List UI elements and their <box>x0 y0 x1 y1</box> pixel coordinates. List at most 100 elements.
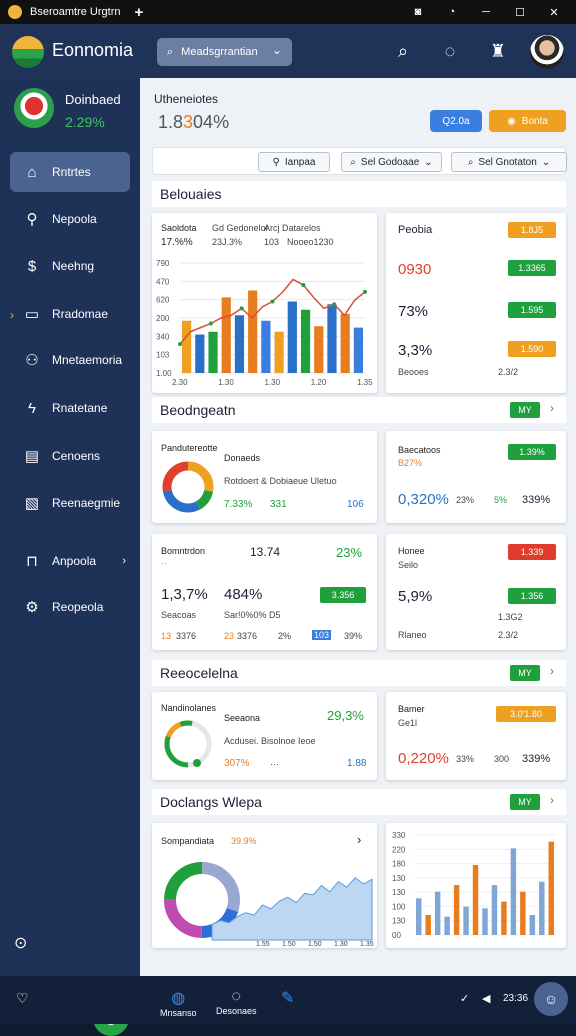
metric-value-3: 5% <box>494 495 508 505</box>
sidebar-item-label: Reenaegmie <box>52 496 121 510</box>
bar-mark <box>300 309 311 373</box>
sidebar-item-0[interactable]: ⌂ Rntrtes <box>10 152 130 192</box>
speaker-icon[interactable]: ◀ <box>482 992 490 1005</box>
card-title: Honee <box>398 546 425 556</box>
orange-button[interactable]: ◉ Bonta <box>489 110 566 132</box>
chevron-right-icon[interactable]: › <box>357 832 361 847</box>
card-footer-2: 2.3/2 <box>498 367 519 377</box>
metric-value-4: 339% <box>522 494 551 506</box>
chevron-right-icon[interactable]: › <box>550 401 554 415</box>
sidebar-item-6[interactable]: ▤ Cenoens <box>10 436 130 476</box>
gauge-card: Nandinolanes Seeaona 29,3% Acdusei. Biso… <box>152 692 377 780</box>
sync-icon[interactable]: ◔ <box>444 4 460 20</box>
notification-icon[interactable]: ♜ <box>485 38 511 64</box>
minimize-button[interactable]: ─ <box>478 4 494 20</box>
card-description: Acdusei. Bisolnoe Ieoe <box>224 736 316 746</box>
chevron-right-icon[interactable]: › <box>550 664 554 678</box>
sidebar-item-label: Anpoola <box>52 554 97 568</box>
sidebar-item-label: Mnetaemoria <box>52 353 123 367</box>
line-point <box>332 302 337 307</box>
sidebar-item-label: Reopeola <box>52 600 104 614</box>
filter-chip-2[interactable]: ⌕ Sel Gnotaton ⌄ <box>451 152 567 172</box>
footer-value-7: 39% <box>344 631 363 641</box>
card-label-2: Sar!0%0% D5 <box>224 610 281 620</box>
combo-chart-card: Saoldota Gd Gedonelor Arcj Datarelos 17.… <box>152 213 377 393</box>
see-all-button[interactable]: MY <box>510 402 540 418</box>
footer-value-4: 3376 <box>237 631 258 641</box>
search-label: Meadsgrrantian <box>181 46 258 58</box>
sidebar-item-label: Neehng <box>52 259 95 273</box>
tab-1[interactable]: ◌ Desonaes <box>216 988 257 1016</box>
chat-icon[interactable]: ◌ <box>437 38 463 64</box>
sidebar-item-1[interactable]: ⚲ Nepoola <box>10 199 130 239</box>
card-value-1: 13.74 <box>250 545 281 559</box>
chevron-right-icon[interactable]: › <box>550 793 554 807</box>
search-icon[interactable]: ⌕ <box>390 38 416 64</box>
sidebar-item-2[interactable]: $ Neehng <box>10 246 130 286</box>
new-tab-button[interactable]: + <box>134 4 143 21</box>
sidebar-item-5[interactable]: ϟ Rnatetane <box>10 388 130 428</box>
card-dots: ··· <box>270 759 279 769</box>
bar-mark <box>463 906 469 935</box>
bar-mark <box>444 916 450 935</box>
see-all-button[interactable]: MY <box>510 794 540 810</box>
heart-icon[interactable]: ♡ <box>16 990 29 1007</box>
sidebar-item-4[interactable]: ⚇ Mnetaemoria <box>10 340 130 380</box>
y-tick-label: 620 <box>156 296 170 305</box>
assistant-button[interactable]: ☺ <box>534 982 568 1016</box>
see-all-button[interactable]: MY <box>510 665 540 681</box>
section-header-3: Reeocelelna MY › <box>152 660 566 686</box>
blue-button[interactable]: Q2.0a <box>430 110 482 132</box>
tray-icon[interactable]: ◙ <box>410 4 426 20</box>
bar-mark <box>529 915 536 935</box>
badge-2: 1.356 <box>508 588 556 604</box>
card-title: Baecatoos <box>398 445 441 455</box>
card-value-2: 331 <box>270 499 287 510</box>
see-all-label: MY <box>518 668 532 678</box>
sidebar-item-label: Rradomae <box>52 307 109 321</box>
sidebar-item-9[interactable]: ⚙ Reopeola <box>10 587 130 627</box>
orange-button-label: Bonta <box>521 115 548 127</box>
dollar-icon: $ <box>27 257 37 275</box>
x-tick-label: 1.30 <box>334 941 348 948</box>
maximize-button[interactable]: ☐ <box>512 4 528 20</box>
home-icon: ⌂ <box>27 163 37 181</box>
footer-value-1: 13 <box>161 631 172 641</box>
metric-value: 0,320% <box>398 491 449 508</box>
sidebar-item-7[interactable]: ▧ Reenaegmie <box>10 483 130 523</box>
search-box[interactable]: ⌕ Meadsgrrantian ⌄ <box>157 38 292 66</box>
close-button[interactable]: ✕ <box>546 4 562 20</box>
tab-2[interactable]: ✎ <box>281 988 294 1008</box>
filter-chip-0[interactable]: ⚲ Ianpaa <box>258 152 330 172</box>
badge-label: 1.3365 <box>518 263 546 273</box>
avatar[interactable] <box>530 35 564 69</box>
metric-value-3: 3,3% <box>398 342 433 359</box>
combo-chart: 790 470 620 200 340 103 1.002.30 1.30 1.30 1.20 1.… <box>156 259 373 387</box>
gear-icon: ⚙ <box>25 599 39 616</box>
card-value-1: 307% <box>224 758 250 769</box>
badge-3: 1.595 <box>508 302 556 318</box>
sidebar-item-3[interactable]: ▭ Rradomae <box>10 294 130 334</box>
x-tick-label: 1.20 <box>311 378 327 387</box>
chart-value-4: Nooeo1230 <box>287 237 334 247</box>
area-chart: 1.55 1.50 1.50 1.30 1.35 <box>164 862 374 948</box>
section-header-1: Belouaies <box>152 181 566 207</box>
stats-card: Baecatoos B27% 1.39% 0,320% 23% 5% 339% <box>386 431 566 523</box>
y-tick-label: 470 <box>156 277 170 286</box>
metric-value-2: 23% <box>456 495 475 505</box>
circle-icon: ◉ <box>507 115 516 127</box>
filter-chip-1[interactable]: ⌕ Sel Godoaae ⌄ <box>341 152 442 172</box>
download-icon[interactable]: ⊙ <box>14 933 27 953</box>
footer-value-6: 103 <box>312 630 332 640</box>
card-description: Rotdoert & Dobiaeue Uletuo <box>224 476 337 486</box>
check-icon[interactable]: ✓ <box>460 992 469 1005</box>
sidebar-item-8[interactable]: ⊓ Anpoola › <box>10 541 130 581</box>
bolt-icon: ϟ <box>28 399 36 417</box>
filter-label: Ianpaa <box>284 156 316 168</box>
card-title: Peobia <box>398 224 433 236</box>
bar-mark <box>248 290 258 373</box>
x-tick-label: 1.30 <box>218 378 234 387</box>
chart-label-3: Arcj Datarelos <box>264 223 321 233</box>
tab-0[interactable]: ◍ Mnsanso <box>160 988 197 1018</box>
globe-icon: ◍ <box>171 990 186 1007</box>
